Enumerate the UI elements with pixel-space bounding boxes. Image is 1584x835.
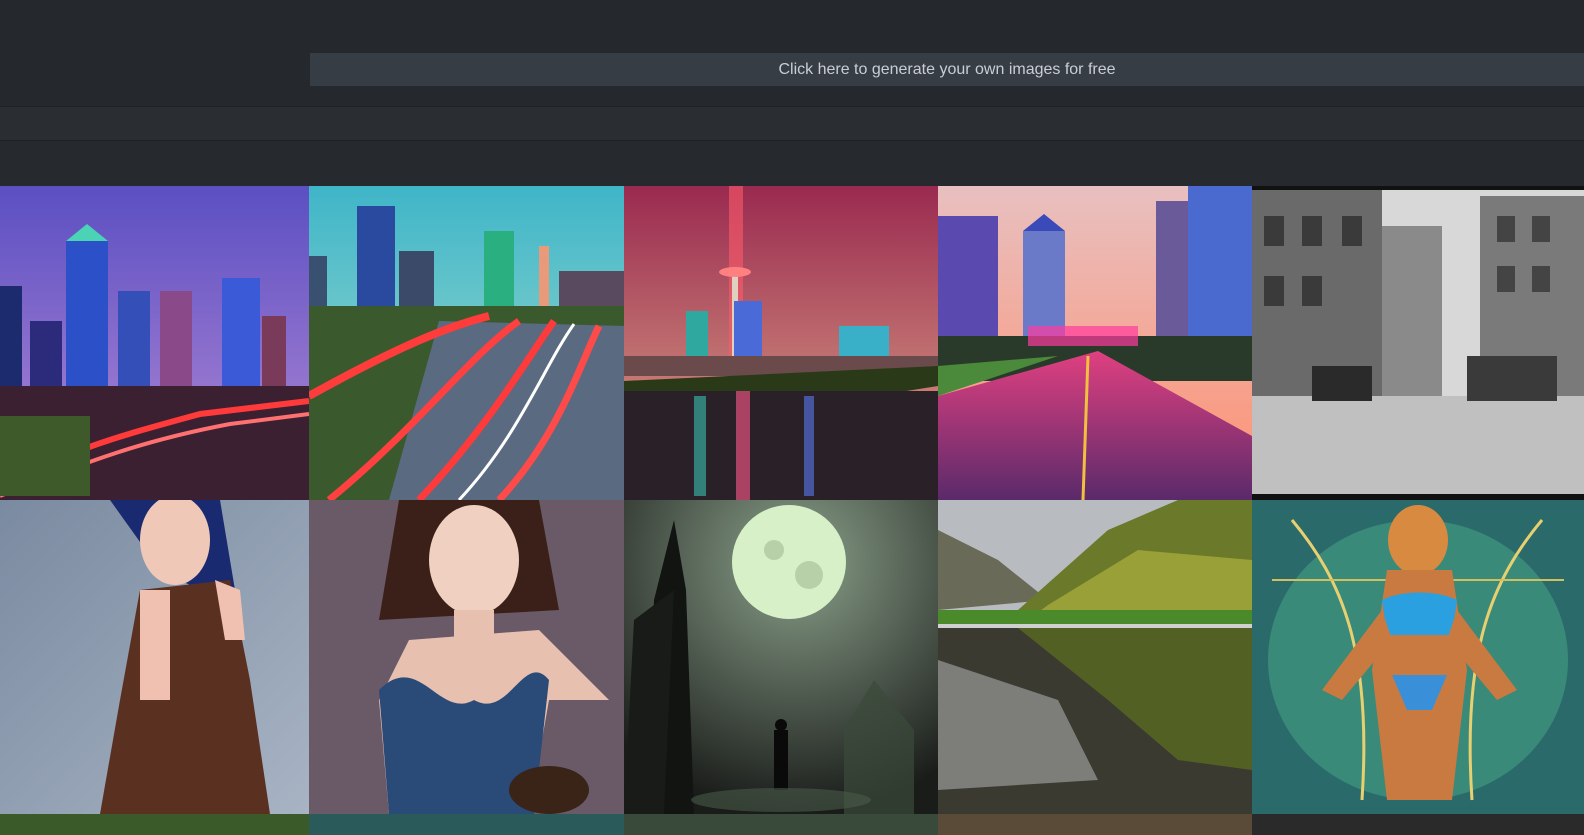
toolbar-band bbox=[0, 106, 1584, 141]
anime-girl-brown-hair-image[interactable] bbox=[309, 500, 624, 814]
gallery-image-row3-2[interactable] bbox=[309, 814, 624, 835]
gallery-image-row3-3[interactable] bbox=[624, 814, 938, 835]
gallery-page: Click here to generate your own images f… bbox=[0, 0, 1584, 835]
gallery-image-row3-5[interactable] bbox=[1252, 814, 1584, 835]
gallery-image-row3-1[interactable] bbox=[0, 814, 309, 835]
city-street-sunset-image[interactable] bbox=[938, 186, 1252, 500]
mountain-lake-reflection-image[interactable] bbox=[938, 500, 1252, 814]
reunion-tower-river-image[interactable] bbox=[624, 186, 938, 500]
vintage-street-bw-image[interactable] bbox=[1252, 186, 1584, 500]
dallas-skyline-highway-image[interactable] bbox=[0, 186, 309, 500]
gothic-castle-moon-image[interactable] bbox=[624, 500, 938, 814]
gallery-image-row3-4[interactable] bbox=[938, 814, 1252, 835]
image-grid bbox=[0, 186, 1584, 835]
dallas-light-trails-image[interactable] bbox=[309, 186, 624, 500]
anime-girl-blue-hair-image[interactable] bbox=[0, 500, 309, 814]
neon-figure-art-image[interactable] bbox=[1252, 500, 1584, 814]
filter-band bbox=[0, 140, 1584, 187]
generate-images-banner[interactable]: Click here to generate your own images f… bbox=[310, 53, 1584, 86]
